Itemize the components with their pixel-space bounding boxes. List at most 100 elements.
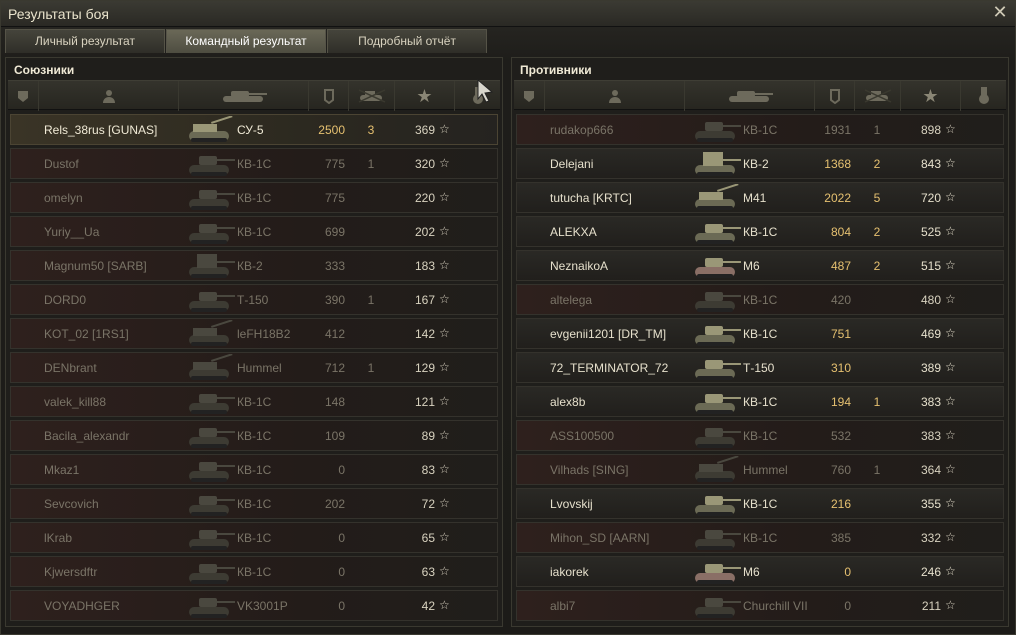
vehicle-name: КВ-1С — [237, 565, 272, 579]
player-name[interactable]: Delejani — [550, 157, 700, 171]
table-row[interactable]: lKrab КВ-1С 0 65 ☆ — [10, 522, 498, 553]
table-row[interactable]: NeznaikoA M6 487 2 515 ☆ — [516, 250, 1004, 281]
table-row[interactable]: evgenii1201 [DR_TM] КВ-1С 751 469 ☆ — [516, 318, 1004, 349]
star-icon: ☆ — [945, 394, 956, 408]
table-row[interactable]: KOT_02 [1RS1] leFH18B2 412 142 ☆ — [10, 318, 498, 349]
table-row[interactable]: ASS100500 КВ-1С 532 383 ☆ — [516, 420, 1004, 451]
star-icon: ☆ — [945, 360, 956, 374]
table-row[interactable]: iakorek M6 0 246 ☆ — [516, 556, 1004, 587]
player-name[interactable]: Sevcovich — [44, 497, 194, 511]
xp-value: 383 — [920, 429, 941, 443]
squad-icon[interactable] — [514, 81, 544, 111]
player-name[interactable]: Mkaz1 — [44, 463, 194, 477]
table-row[interactable]: VOYADHGER VK3001P 0 42 ☆ — [10, 590, 498, 621]
close-icon[interactable]: ✕ — [991, 3, 1009, 21]
player-icon[interactable] — [38, 81, 178, 111]
star-icon: ☆ — [945, 462, 956, 476]
player-name[interactable]: omelyn — [44, 191, 194, 205]
table-row[interactable]: tutucha [KRTC] M41 2022 5 720 ☆ — [516, 182, 1004, 213]
table-row[interactable]: DENbrant Hummel 712 1 129 ☆ — [10, 352, 498, 383]
table-row[interactable]: ALEKXA КВ-1С 804 2 525 ☆ — [516, 216, 1004, 247]
table-row[interactable]: Delejani КВ-2 1368 2 843 ☆ — [516, 148, 1004, 179]
damage-value: 385 — [830, 531, 851, 545]
table-row[interactable]: DORD0 Т-150 390 1 167 ☆ — [10, 284, 498, 315]
player-name[interactable]: ALEKXA — [550, 225, 700, 239]
damage-value: 2022 — [824, 191, 851, 205]
player-name[interactable]: Dustof — [44, 157, 194, 171]
tab-personal-result[interactable]: Личный результат — [5, 29, 165, 53]
table-row[interactable]: Sevcovich КВ-1С 202 72 ☆ — [10, 488, 498, 519]
vehicle-icon[interactable] — [178, 81, 308, 111]
table-row[interactable]: Mihon_SD [AARN] КВ-1С 385 332 ☆ — [516, 522, 1004, 553]
table-row[interactable]: Vilhads [SING] Hummel 760 1 364 ☆ — [516, 454, 1004, 485]
player-name[interactable]: valek_kill88 — [44, 395, 194, 409]
player-name[interactable]: 72_TERMINATOR_72 — [550, 361, 700, 375]
xp-value: 364 — [920, 463, 941, 477]
player-name[interactable]: Magnum50 [SARB] — [44, 259, 194, 273]
kills-icon[interactable] — [348, 81, 394, 111]
table-row[interactable]: Kjwersdftr КВ-1С 0 63 ☆ — [10, 556, 498, 587]
player-name[interactable]: rudakop666 — [550, 123, 700, 137]
vehicle-name: Churchill VII — [743, 599, 808, 613]
player-name[interactable]: Bacila_alexandr — [44, 429, 194, 443]
player-name[interactable]: alex8b — [550, 395, 700, 409]
star-icon: ☆ — [945, 564, 956, 578]
table-row[interactable]: valek_kill88 КВ-1С 148 121 ☆ — [10, 386, 498, 417]
player-name[interactable]: iakorek — [550, 565, 700, 579]
medal-icon[interactable] — [960, 81, 1006, 111]
table-row[interactable]: Bacila_alexandr КВ-1С 109 89 ☆ — [10, 420, 498, 451]
player-name[interactable]: evgenii1201 [DR_TM] — [550, 327, 700, 341]
table-row[interactable]: Rels_38rus [GUNAS] СУ-5 2500 3 369 ☆ — [10, 114, 498, 145]
player-name[interactable]: NeznaikoA — [550, 259, 700, 273]
player-name[interactable]: Vilhads [SING] — [550, 463, 700, 477]
tab-detailed-report[interactable]: Подробный отчёт — [327, 29, 487, 53]
squad-icon[interactable] — [8, 81, 38, 111]
player-name[interactable]: Mihon_SD [AARN] — [550, 531, 700, 545]
player-name[interactable]: Rels_38rus [GUNAS] — [44, 123, 194, 137]
damage-value: 333 — [324, 259, 345, 273]
table-row[interactable]: rudakop666 КВ-1С 1931 1 898 ☆ — [516, 114, 1004, 145]
tab-team-result[interactable]: Командный результат — [166, 29, 326, 53]
player-name[interactable]: lKrab — [44, 531, 194, 545]
xp-icon[interactable]: ★ — [900, 81, 960, 111]
player-name[interactable]: VOYADHGER — [44, 599, 194, 613]
vehicle-icon[interactable] — [684, 81, 814, 111]
table-row[interactable]: altelega КВ-1С 420 480 ☆ — [516, 284, 1004, 315]
vehicle-name: КВ-1С — [743, 429, 778, 443]
star-icon: ☆ — [945, 598, 956, 612]
damage-icon[interactable] — [814, 81, 854, 111]
player-name[interactable]: altelega — [550, 293, 700, 307]
damage-icon[interactable] — [308, 81, 348, 111]
star-icon: ☆ — [945, 190, 956, 204]
table-row[interactable]: Mkaz1 КВ-1С 0 83 ☆ — [10, 454, 498, 485]
player-name[interactable]: Yuriy__Ua — [44, 225, 194, 239]
table-row[interactable]: albi7 Churchill VII 0 211 ☆ — [516, 590, 1004, 621]
table-row[interactable]: 72_TERMINATOR_72 Т-150 310 389 ☆ — [516, 352, 1004, 383]
star-icon: ☆ — [439, 564, 450, 578]
player-icon[interactable] — [544, 81, 684, 111]
vehicle-name: КВ-1С — [743, 225, 778, 239]
player-name[interactable]: DORD0 — [44, 293, 194, 307]
star-icon: ☆ — [439, 598, 450, 612]
table-row[interactable]: Magnum50 [SARB] КВ-2 333 183 ☆ — [10, 250, 498, 281]
xp-icon[interactable]: ★ — [394, 81, 454, 111]
table-row[interactable]: alex8b КВ-1С 194 1 383 ☆ — [516, 386, 1004, 417]
kills-icon[interactable] — [854, 81, 900, 111]
player-name[interactable]: ASS100500 — [550, 429, 700, 443]
player-name[interactable]: albi7 — [550, 599, 700, 613]
kills-value: 2 — [873, 225, 881, 239]
player-name[interactable]: KOT_02 [1RS1] — [44, 327, 194, 341]
table-row[interactable]: Yuriy__Ua КВ-1С 699 202 ☆ — [10, 216, 498, 247]
xp-value: 515 — [920, 259, 941, 273]
title-bar: Результаты боя ✕ — [1, 1, 1015, 27]
player-name[interactable]: Kjwersdftr — [44, 565, 194, 579]
player-name[interactable]: Lvovskij — [550, 497, 700, 511]
table-row[interactable]: Dustof КВ-1С 775 1 320 ☆ — [10, 148, 498, 179]
player-name[interactable]: tutucha [KRTC] — [550, 191, 700, 205]
vehicle-name: КВ-1С — [743, 293, 778, 307]
xp-value: 167 — [414, 293, 435, 307]
vehicle-name: КВ-1С — [237, 429, 272, 443]
table-row[interactable]: Lvovskij КВ-1С 216 355 ☆ — [516, 488, 1004, 519]
player-name[interactable]: DENbrant — [44, 361, 194, 375]
table-row[interactable]: omelyn КВ-1С 775 220 ☆ — [10, 182, 498, 213]
